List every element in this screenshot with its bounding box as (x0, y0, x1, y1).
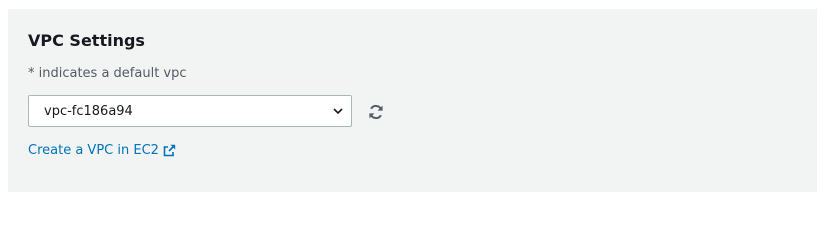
default-vpc-hint: * indicates a default vpc (28, 66, 187, 81)
external-link-icon (163, 144, 176, 157)
chevron-down-icon (333, 108, 343, 115)
create-vpc-link[interactable]: Create a VPC in EC2 (28, 142, 176, 160)
refresh-icon[interactable] (367, 103, 385, 121)
vpc-select[interactable]: vpc-fc186a94 (28, 95, 352, 127)
create-vpc-link-label: Create a VPC in EC2 (28, 143, 159, 158)
panel-title: VPC Settings (28, 31, 145, 50)
vpc-select-value: vpc-fc186a94 (44, 104, 133, 119)
vpc-settings-panel: VPC Settings * indicates a default vpc v… (8, 9, 817, 192)
